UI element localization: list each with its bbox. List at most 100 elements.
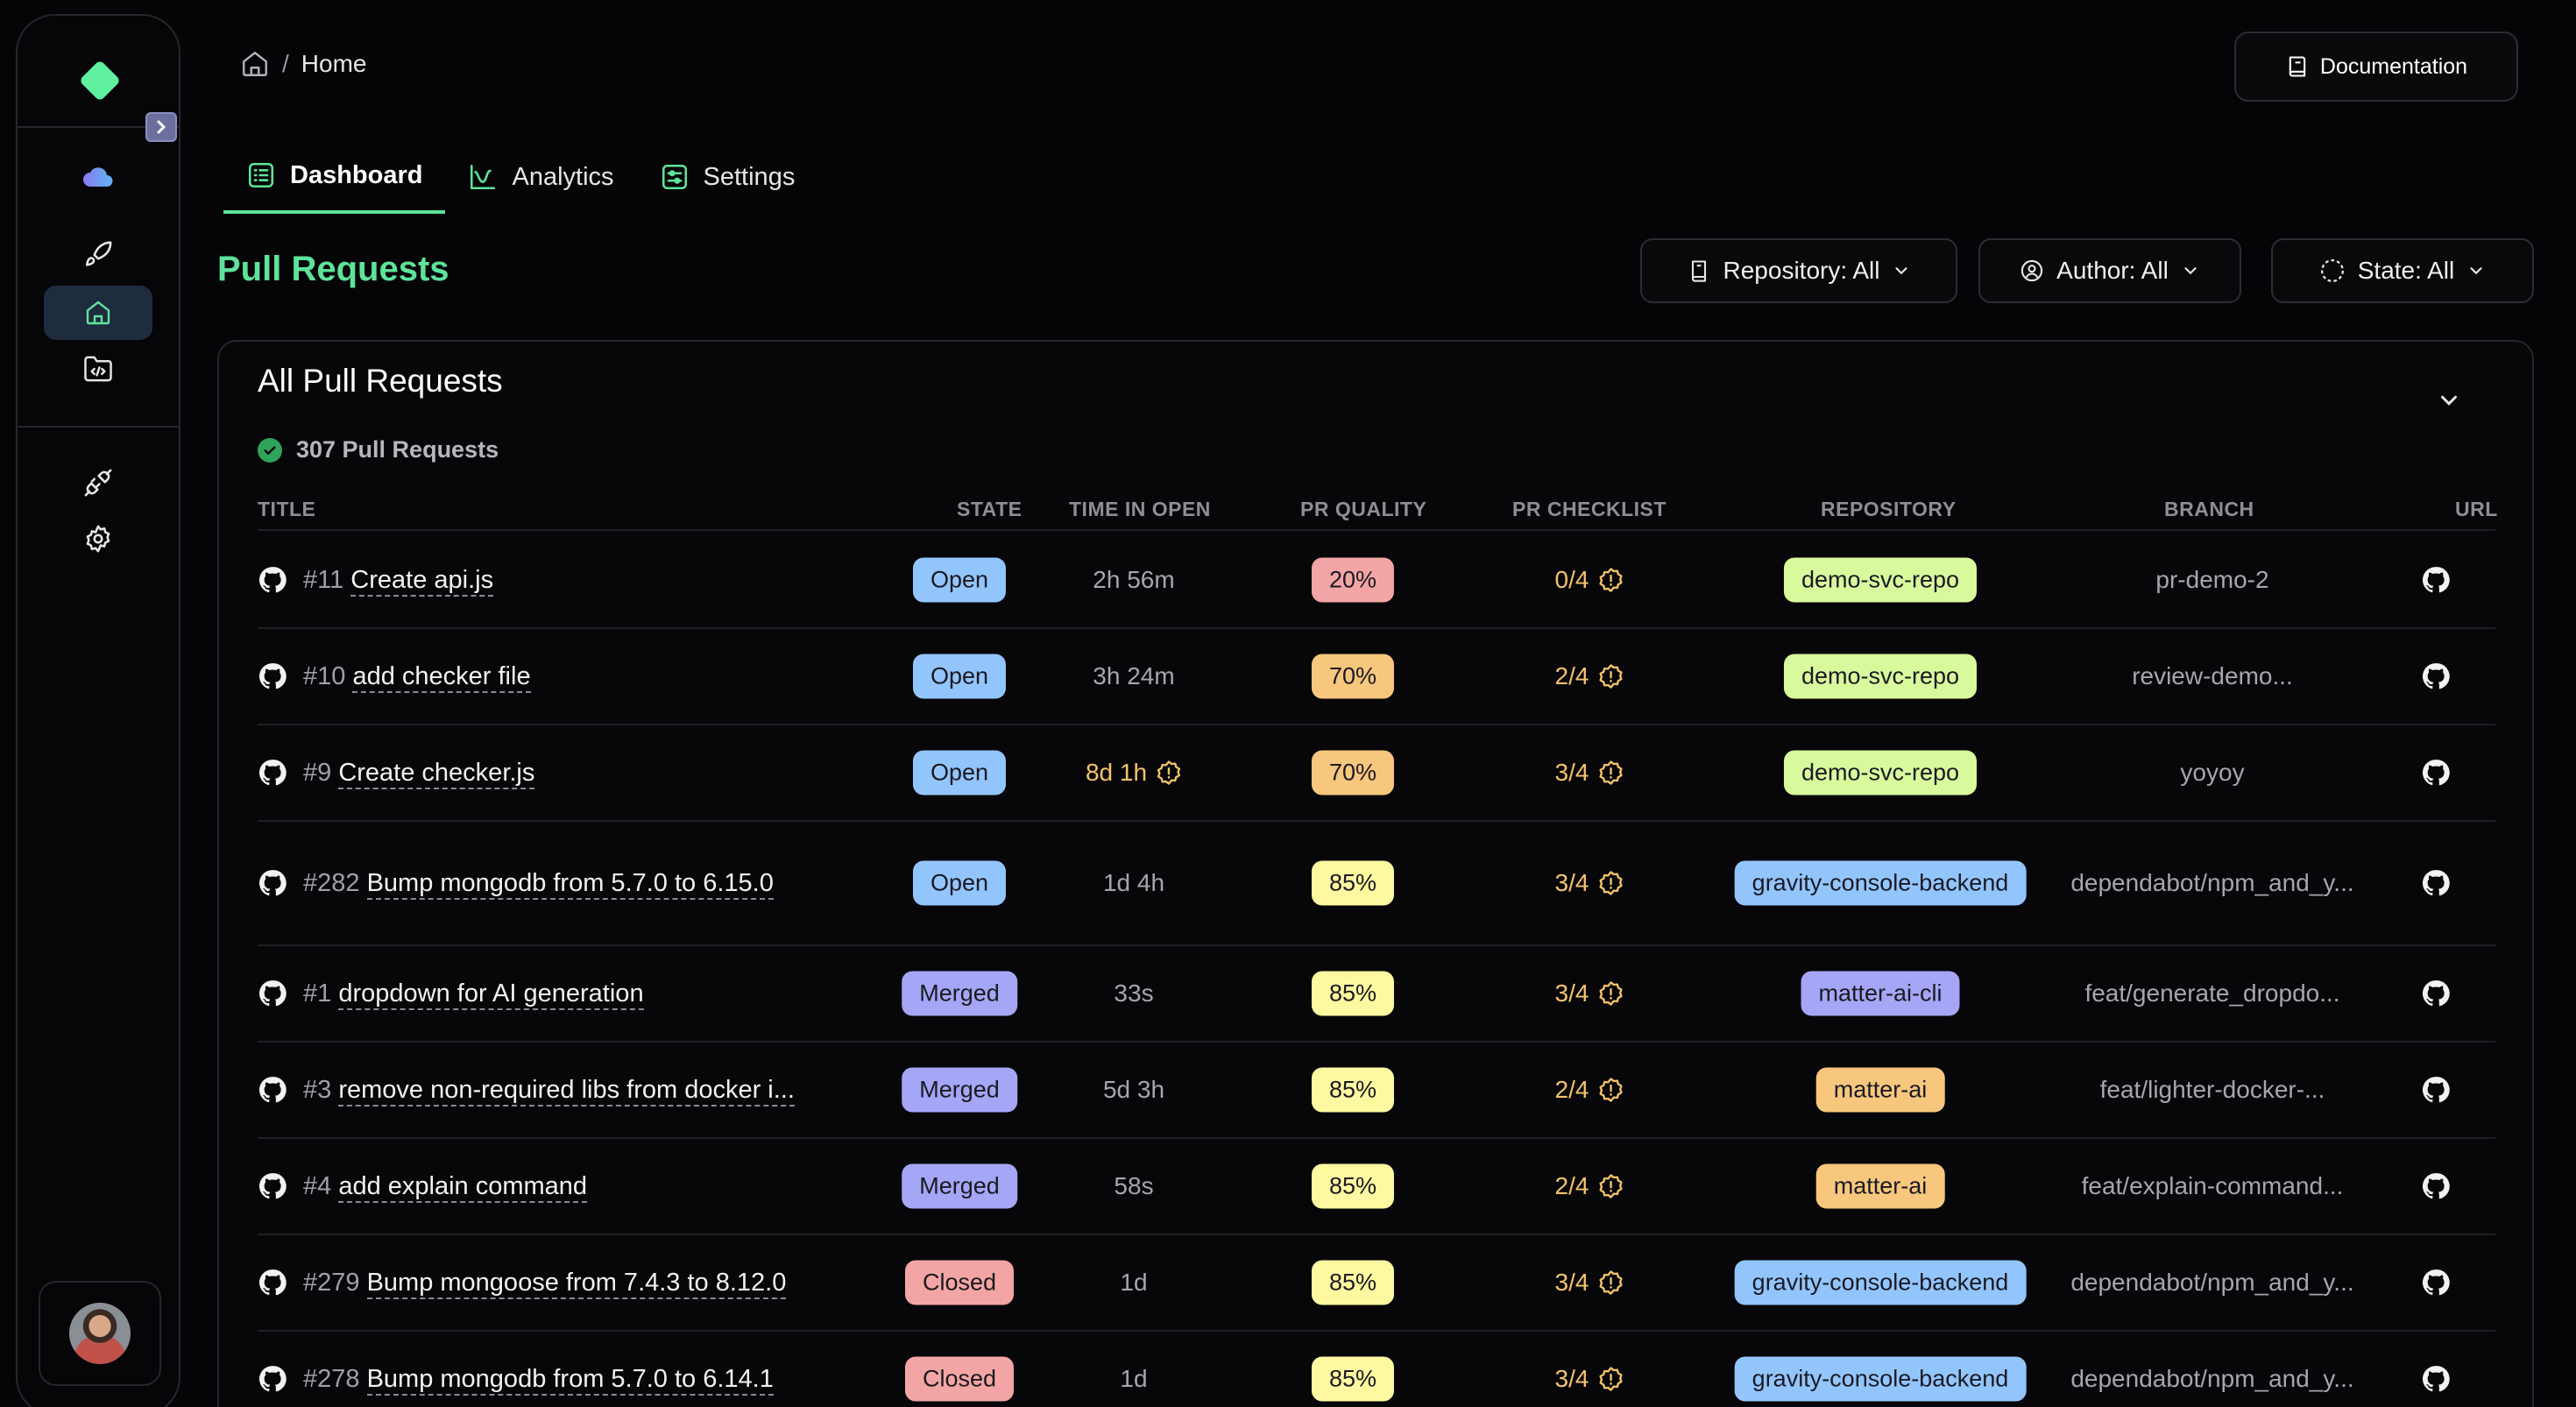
pr-title-link[interactable]: remove non-required libs from docker i..… (338, 1075, 795, 1107)
url-link[interactable] (2421, 1171, 2451, 1201)
pr-title-link[interactable]: add checker file (352, 661, 531, 693)
collapse-card-button[interactable] (2436, 387, 2462, 418)
sidebar-item-integrations[interactable] (44, 456, 152, 510)
repository-cell: matter-ai-cli (1801, 971, 1960, 1016)
checklist-cell[interactable]: 3/4 (1555, 1269, 1624, 1297)
state-badge: Closed (904, 1356, 1015, 1402)
pr-title-cell: #11 Create api.js (258, 565, 494, 597)
pr-title-cell: #279 Bump mongoose from 7.4.3 to 8.12.0 (258, 1268, 787, 1299)
checklist-cell[interactable]: 2/4 (1555, 1076, 1624, 1104)
checklist-cell[interactable]: 2/4 (1555, 662, 1624, 690)
checklist-cell[interactable]: 3/4 (1555, 869, 1624, 897)
check-circle-icon (258, 437, 282, 463)
home-icon[interactable] (240, 49, 270, 79)
table-row[interactable]: #278 Bump mongodb from 5.7.0 to 6.14.1 C… (258, 1332, 2495, 1407)
branch-cell: dependabot/npm_and_y... (2070, 1365, 2353, 1393)
avatar (69, 1303, 131, 1364)
tab-bar: Dashboard Analytics Settings (223, 140, 817, 214)
column-header-checklist: PR CHECKLIST (1512, 498, 1667, 520)
column-header-branch: BRANCH (2164, 498, 2254, 520)
branch-cell: yoyoy (2180, 759, 2244, 787)
cloud-icon (83, 167, 113, 187)
url-link[interactable] (2421, 868, 2451, 898)
rocket-icon (85, 241, 112, 266)
tab-settings[interactable]: Settings (637, 140, 818, 214)
table-row[interactable]: #10 add checker file Open 3h 24m 70% 2/4… (258, 629, 2495, 725)
quality-badge: 85% (1311, 860, 1395, 906)
table-row[interactable]: #3 remove non-required libs from docker … (258, 1043, 2495, 1139)
time-open-value: 3h 24m (1093, 662, 1175, 689)
folder-code-icon (84, 356, 112, 382)
branch-cell: review-demo... (2132, 662, 2293, 690)
quality-cell: 20% (1311, 557, 1395, 603)
url-link[interactable] (2421, 1364, 2451, 1394)
user-menu[interactable] (39, 1281, 161, 1386)
repository-filter[interactable]: Repository: All (1640, 238, 1957, 303)
pr-title-link[interactable]: Create api.js (350, 565, 494, 597)
pr-title-text: #4 add explain command (303, 1171, 588, 1203)
chart-line-icon (471, 164, 496, 190)
repository-badge: gravity-console-backend (1734, 860, 2027, 906)
checklist-cell[interactable]: 0/4 (1555, 566, 1624, 594)
pr-number: #282 (303, 868, 360, 897)
app-logo[interactable] (78, 59, 122, 103)
sidebar-item-cloud[interactable] (44, 149, 152, 203)
url-link[interactable] (2421, 758, 2451, 788)
author-filter[interactable]: Author: All (1978, 238, 2241, 303)
tab-analytics[interactable]: Analytics (445, 140, 636, 214)
state-badge: Open (912, 557, 1007, 603)
state-badge: Merged (902, 1163, 1017, 1209)
table-row[interactable]: #4 add explain command Merged 58s 85% 2/… (258, 1139, 2495, 1235)
pr-title-link[interactable]: Bump mongodb from 5.7.0 to 6.14.1 (366, 1364, 774, 1396)
sidebar-item-deploy[interactable] (44, 228, 152, 282)
pr-number: #4 (303, 1171, 332, 1200)
sidebar-item-home[interactable] (44, 286, 152, 340)
table-row[interactable]: #9 Create checker.js Open 8d 1h 70% 3/4 … (258, 725, 2495, 822)
table-row[interactable]: #11 Create api.js Open 2h 56m 20% 0/4 de… (258, 533, 2495, 629)
time-open-value: 8d 1h (1085, 759, 1148, 786)
state-filter[interactable]: State: All (2271, 238, 2534, 303)
github-icon (2422, 567, 2450, 593)
tab-label: Analytics (512, 162, 614, 191)
repository-badge: matter-ai (1815, 1067, 1945, 1113)
pr-number: #3 (303, 1075, 332, 1104)
pr-title-text: #278 Bump mongodb from 5.7.0 to 6.14.1 (303, 1364, 774, 1396)
table-row[interactable]: #1 dropdown for AI generation Merged 33s… (258, 946, 2495, 1043)
repository-cell: demo-svc-repo (1783, 750, 1978, 795)
url-link[interactable] (2421, 979, 2451, 1008)
sidebar-item-code[interactable] (44, 342, 152, 396)
state-filter-label: State: All (2357, 257, 2455, 284)
pr-title-text: #282 Bump mongodb from 5.7.0 to 6.15.0 (303, 868, 774, 900)
state-cell: Open (912, 860, 1007, 906)
pr-title-link[interactable]: Bump mongodb from 5.7.0 to 6.15.0 (366, 868, 774, 900)
table-header: TITLE STATE TIME IN OPEN PR QUALITY PR C… (258, 494, 2497, 531)
url-link[interactable] (2421, 661, 2451, 691)
pr-title-cell: #278 Bump mongodb from 5.7.0 to 6.14.1 (258, 1364, 774, 1396)
checklist-cell[interactable]: 3/4 (1555, 979, 1624, 1008)
url-link[interactable] (2421, 1075, 2451, 1105)
repository-badge: demo-svc-repo (1783, 654, 1978, 699)
breadcrumb-separator: / (282, 50, 289, 77)
documentation-button[interactable]: Documentation (2234, 32, 2518, 102)
time-open-cell: 33s (1114, 979, 1153, 1008)
repository-cell: gravity-console-backend (1734, 860, 2027, 906)
sidebar-item-settings[interactable] (44, 512, 152, 566)
dashed-circle-icon (2320, 259, 2344, 282)
pr-title-link[interactable]: dropdown for AI generation (338, 979, 644, 1010)
table-row[interactable]: #279 Bump mongoose from 7.4.3 to 8.12.0 … (258, 1235, 2495, 1332)
quality-cell: 85% (1311, 860, 1395, 906)
pr-title-link[interactable]: Create checker.js (338, 758, 535, 789)
url-link[interactable] (2421, 1268, 2451, 1297)
tab-dashboard[interactable]: Dashboard (223, 140, 446, 214)
checklist-cell[interactable]: 3/4 (1555, 1365, 1624, 1393)
pr-title-link[interactable]: add explain command (338, 1171, 588, 1203)
quality-cell: 85% (1311, 971, 1395, 1016)
column-header-time: TIME IN OPEN (1069, 498, 1211, 520)
table-row[interactable]: #282 Bump mongodb from 5.7.0 to 6.15.0 O… (258, 822, 2495, 946)
chevron-down-icon (2470, 267, 2482, 275)
checklist-cell[interactable]: 2/4 (1555, 1172, 1624, 1200)
pr-title-link[interactable]: Bump mongoose from 7.4.3 to 8.12.0 (366, 1268, 787, 1299)
sidebar-collapse-button[interactable] (145, 112, 177, 142)
url-link[interactable] (2421, 565, 2451, 595)
checklist-cell[interactable]: 3/4 (1555, 759, 1624, 787)
